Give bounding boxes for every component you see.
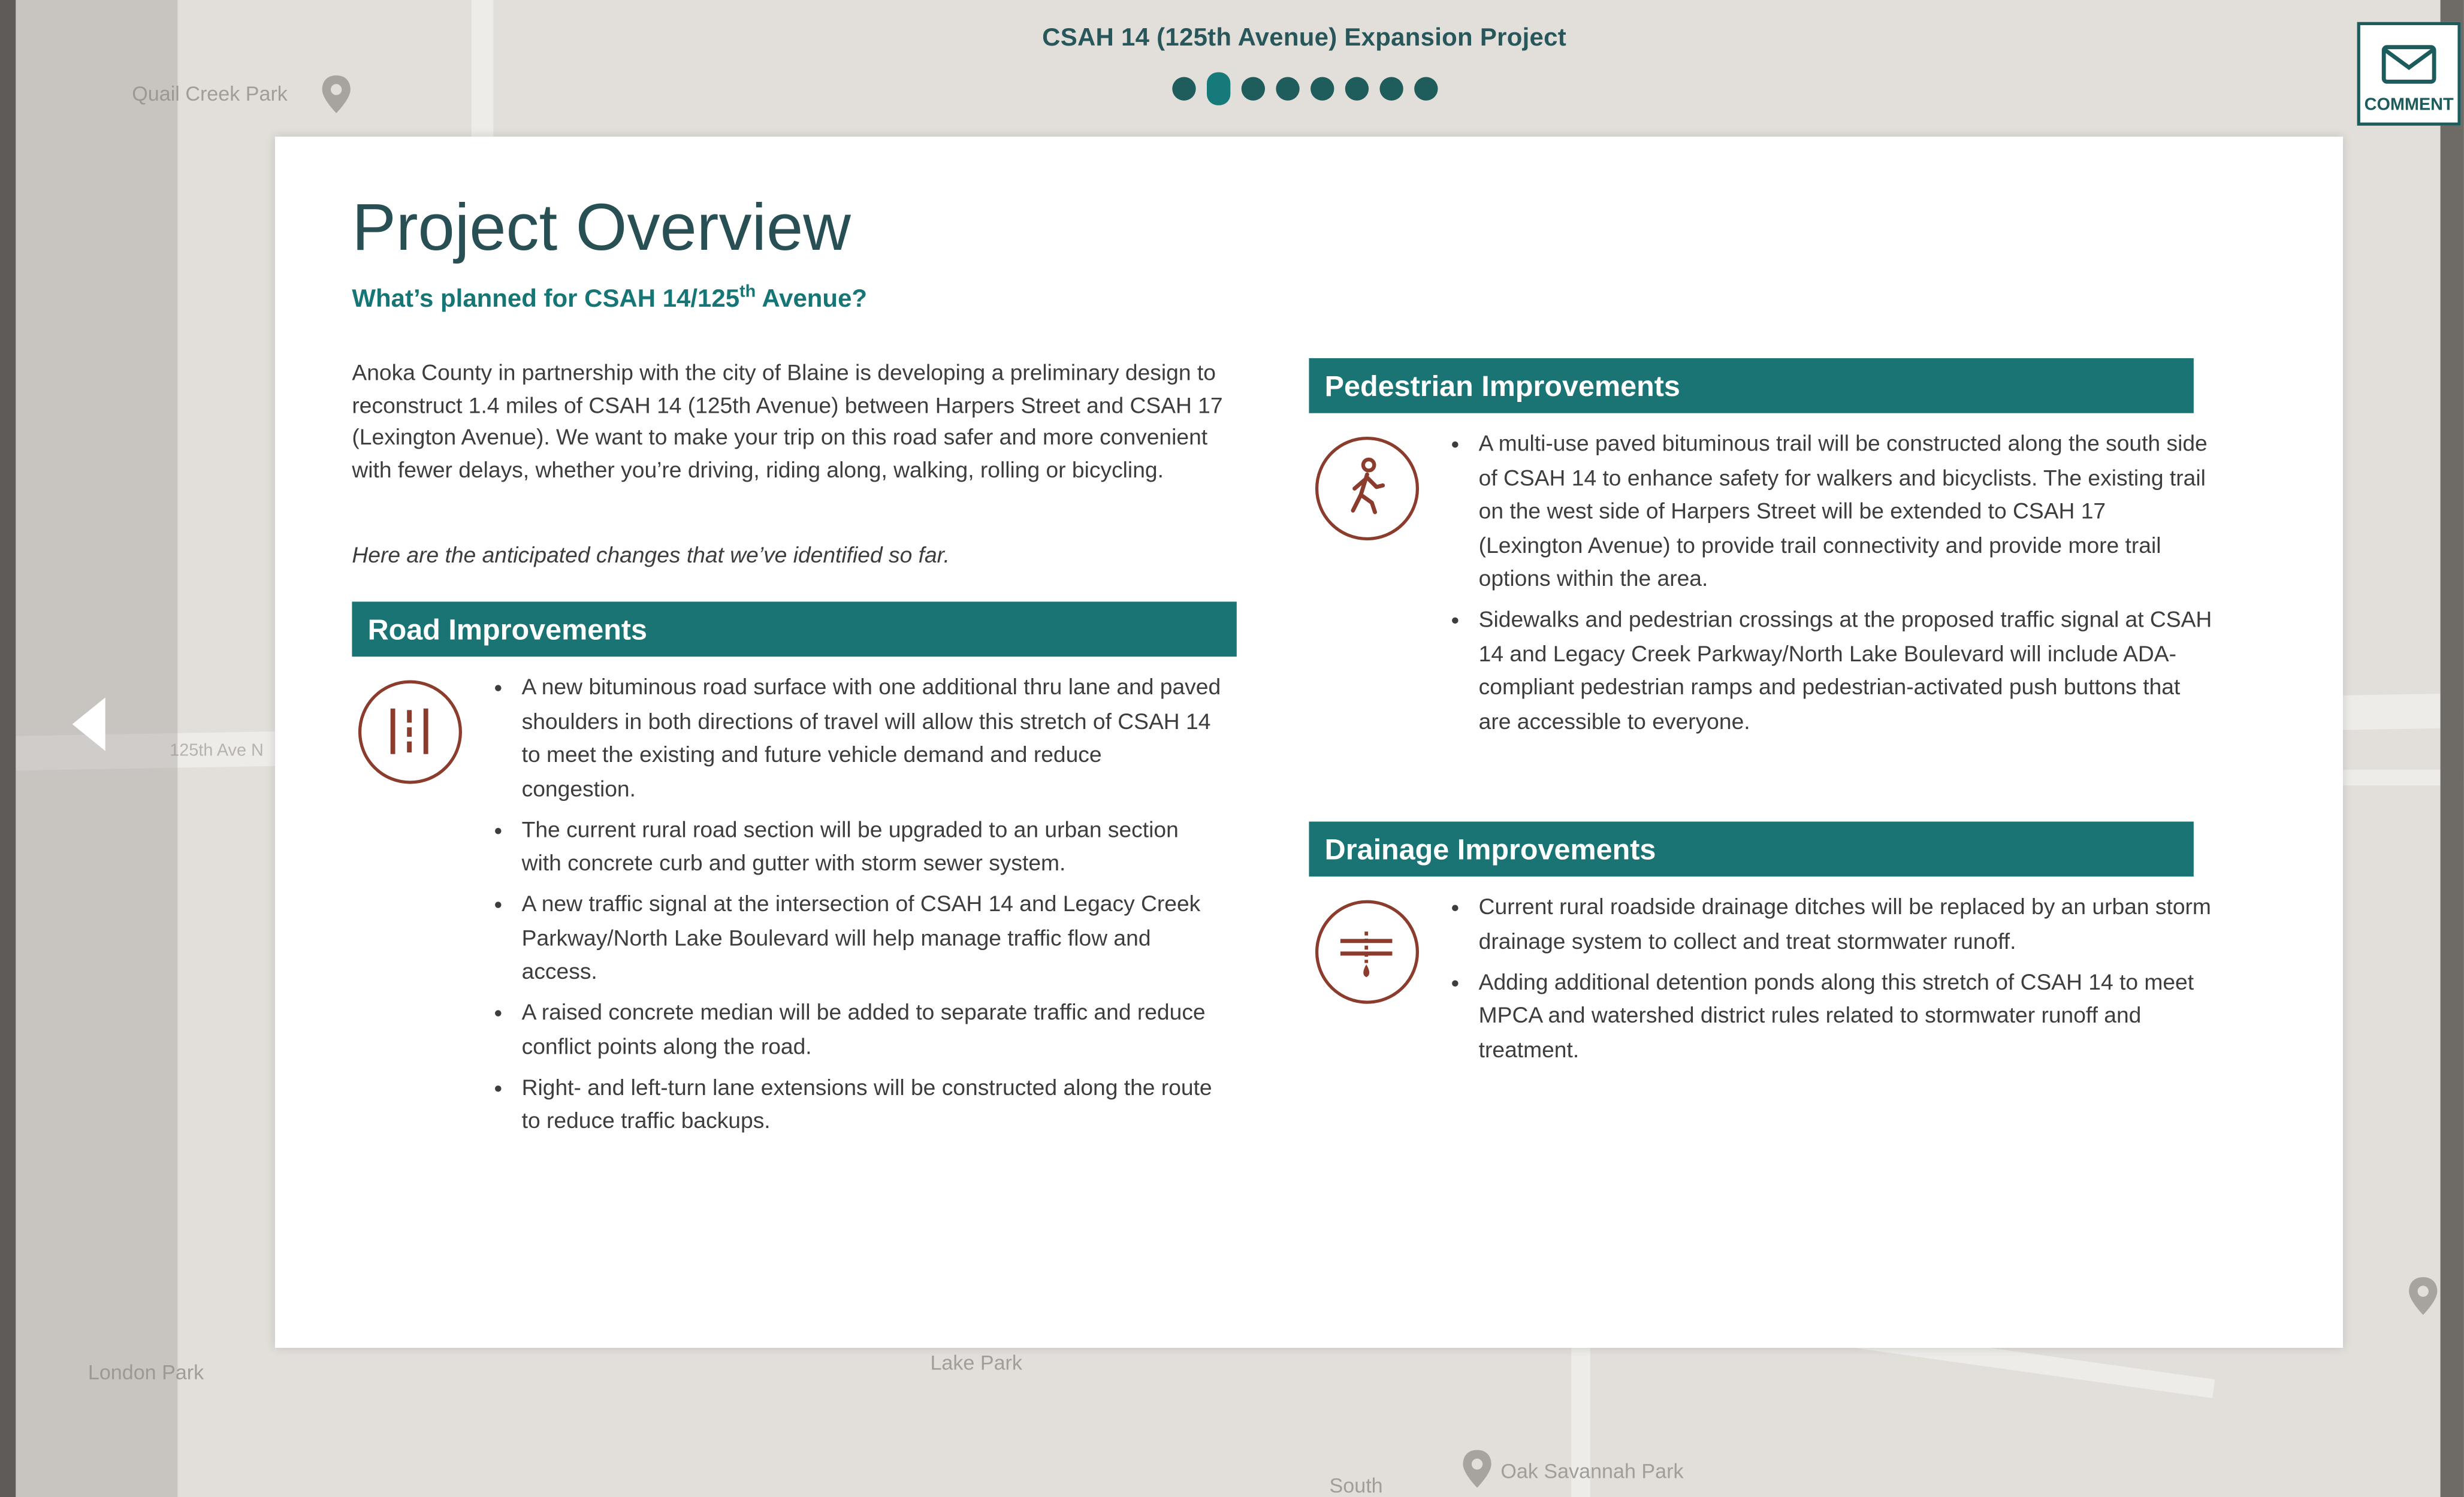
subtitle-text: What’s planned for CSAH 14/125 xyxy=(352,286,740,313)
list-item: The current rural road section will be u… xyxy=(518,815,1221,882)
map-label: South xyxy=(1329,1473,1383,1497)
intro-note: Here are the anticipated changes that we… xyxy=(352,543,950,569)
list-item: Sidewalks and pedestrian crossings at th… xyxy=(1475,605,2214,740)
page-subtitle: What’s planned for CSAH 14/125th Avenue? xyxy=(352,283,867,314)
list-item: A multi-use paved bituminous trail will … xyxy=(1475,429,2214,598)
slide-dot[interactable] xyxy=(1309,77,1334,101)
list-item: A new bituminous road surface with one a… xyxy=(518,672,1221,808)
list-item: A new traffic signal at the intersection… xyxy=(518,889,1221,990)
left-edge xyxy=(0,0,16,1497)
previous-slide-arrow-icon[interactable] xyxy=(72,697,105,751)
right-edge xyxy=(2440,0,2464,1497)
subtitle-superscript: th xyxy=(739,283,756,302)
pedestrian-improvements-list: A multi-use paved bituminous trail will … xyxy=(1447,429,2214,747)
list-item: A raised concrete median will be added t… xyxy=(518,997,1221,1065)
list-item: Current rural roadside drainage ditches … xyxy=(1475,893,2214,960)
slide-dot[interactable] xyxy=(1379,77,1403,101)
overview-panel: Project Overview What’s planned for CSAH… xyxy=(274,137,2343,1348)
subtitle-suffix: Avenue? xyxy=(756,286,868,313)
envelope-icon xyxy=(2381,45,2436,84)
pedestrian-improvements-heading: Pedestrian Improvements xyxy=(1309,358,2194,413)
map-label: 125th Ave N xyxy=(170,741,264,761)
page-title: Project Overview xyxy=(352,190,851,264)
project-header: CSAH 14 (125th Avenue) Expansion Project xyxy=(817,25,1792,105)
intro-paragraph: Anoka County in partnership with the cit… xyxy=(352,361,1223,483)
slide-dot[interactable] xyxy=(1275,77,1299,101)
list-item: Adding additional detention ponds along … xyxy=(1475,967,2214,1068)
slide-dot[interactable] xyxy=(1413,77,1438,101)
drainage-improvements-list: Current rural roadside drainage ditches … xyxy=(1447,893,2214,1076)
road-lanes-icon xyxy=(358,680,462,784)
slide-dot[interactable] xyxy=(1206,72,1230,105)
map-pin-icon xyxy=(1463,1450,1491,1488)
drainage-icon xyxy=(1315,900,1420,1004)
slide-dot[interactable] xyxy=(1344,77,1368,101)
drainage-improvements-heading: Drainage Improvements xyxy=(1309,821,2194,877)
pedestrian-icon xyxy=(1315,437,1420,541)
map-pin-icon xyxy=(322,75,351,113)
slide-dot[interactable] xyxy=(1171,77,1195,101)
list-item: Right- and left-turn lane extensions wil… xyxy=(518,1072,1221,1140)
project-title: CSAH 14 (125th Avenue) Expansion Project xyxy=(1042,25,1566,52)
road-improvements-heading: Road Improvements xyxy=(352,601,1237,657)
map-label: Lake Park xyxy=(930,1351,1022,1375)
map-label: Oak Savannah Park xyxy=(1500,1459,1684,1483)
road-improvements-list: A new bituminous road surface with one a… xyxy=(490,672,1221,1147)
slide-pagination xyxy=(817,72,1792,105)
slide-dot[interactable] xyxy=(1240,77,1264,101)
map-pin-icon xyxy=(2409,1277,2438,1315)
comment-button[interactable]: COMMENT xyxy=(2357,22,2461,126)
comment-label: COMMENT xyxy=(2364,95,2454,115)
